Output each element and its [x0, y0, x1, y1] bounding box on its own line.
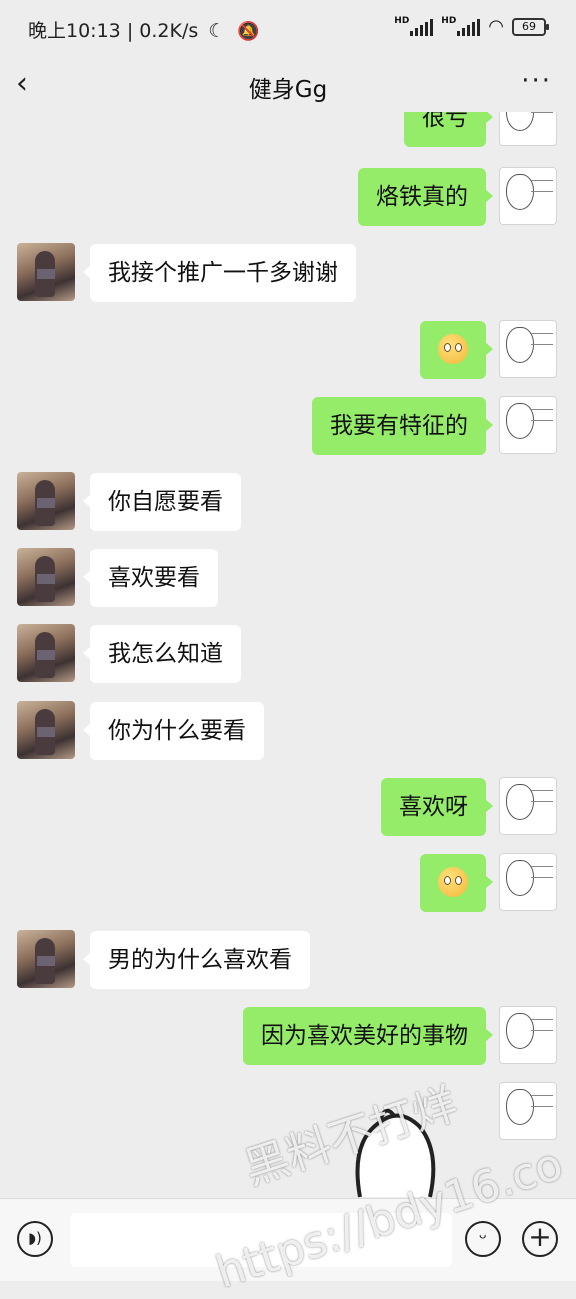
contact-avatar[interactable] [17, 472, 75, 530]
message-row: 男的为什么喜欢看 [0, 930, 576, 990]
contact-avatar[interactable] [17, 624, 75, 682]
message-row: 我接个推广一千多谢谢 [0, 243, 576, 303]
input-bar: ◗) ᵕ + [0, 1198, 576, 1281]
message-row: 因为喜欢美好的事物 [0, 1006, 576, 1066]
message-bubble[interactable]: 你自愿要看 [83, 473, 241, 531]
message-text: 因为喜欢美好的事物 [261, 1023, 468, 1049]
my-avatar[interactable] [499, 777, 557, 835]
chat-title: 健身Gg [248, 77, 328, 103]
nav-bar: ‹ 健身Gg ··· [0, 56, 576, 112]
message-text: 喜欢要看 [108, 565, 200, 591]
message-bubble[interactable] [420, 321, 493, 379]
emoji-icon: ᵕ [478, 1226, 488, 1250]
chat-area[interactable]: 很亏 烙铁真的 我接个推广一千多谢谢 我要有特征的 你自愿要看 喜欢要看 我怎么… [0, 112, 576, 1198]
plus-button[interactable]: + [522, 1221, 558, 1257]
message-bubble[interactable] [420, 854, 493, 912]
message-text: 你为什么要看 [108, 718, 246, 744]
battery-level: 69 [522, 19, 536, 33]
message-bubble[interactable]: 因为喜欢美好的事物 [243, 1007, 493, 1065]
message-text: 男的为什么喜欢看 [108, 947, 292, 973]
my-avatar[interactable] [499, 853, 557, 911]
contact-avatar[interactable] [17, 243, 75, 301]
message-input[interactable] [70, 1213, 452, 1267]
message-bubble[interactable]: 男的为什么喜欢看 [83, 931, 310, 989]
message-row: 我怎么知道 [0, 624, 576, 684]
message-bubble[interactable]: 我接个推广一千多谢谢 [83, 244, 356, 302]
battery-icon: 69 [512, 17, 549, 36]
message-row [0, 853, 576, 913]
my-avatar[interactable] [499, 167, 557, 225]
contact-avatar[interactable] [17, 701, 75, 759]
message-text: 我怎么知道 [108, 641, 223, 667]
emoji-button[interactable]: ᵕ [465, 1221, 501, 1257]
message-row: 你自愿要看 [0, 472, 576, 532]
message-row: 我要有特征的 [0, 396, 576, 456]
hd-label: HD [394, 15, 410, 26]
message-row: 喜欢呀 [0, 777, 576, 837]
status-left: 晚上10:13 | 0.2K/s ☾ 🔕 [28, 16, 260, 43]
contact-avatar[interactable] [17, 930, 75, 988]
message-bubble[interactable]: 你为什么要看 [83, 702, 264, 760]
moon-icon: ☾ [208, 20, 226, 42]
message-text: 烙铁真的 [376, 184, 468, 210]
message-row: 烙铁真的 [0, 167, 576, 227]
pleading-face-emoji-icon [438, 866, 468, 897]
voice-icon: ◗) [28, 1229, 42, 1247]
message-row: 很亏 [0, 112, 576, 148]
message-bubble[interactable]: 喜欢要看 [83, 549, 218, 607]
wifi-icon: ◠ [488, 16, 504, 37]
my-avatar[interactable] [499, 396, 557, 454]
status-net-speed: 0.2K/s [139, 20, 199, 42]
signal-icon: HD [441, 15, 481, 36]
more-icon: ··· [521, 66, 552, 96]
message-row [0, 320, 576, 380]
my-avatar[interactable] [499, 1006, 557, 1064]
mute-icon: 🔕 [237, 21, 260, 42]
voice-button[interactable]: ◗) [17, 1221, 53, 1257]
status-separator: | [126, 20, 134, 42]
my-avatar[interactable] [499, 112, 557, 146]
status-right: HD HD ◠ 69 [394, 15, 549, 37]
pleading-face-emoji-icon [438, 333, 468, 364]
status-bar: 晚上10:13 | 0.2K/s ☾ 🔕 HD HD ◠ 69 [0, 0, 576, 56]
message-text: 我要有特征的 [330, 413, 468, 439]
message-text: 很亏 [422, 112, 468, 131]
signal-icon: HD [394, 15, 434, 36]
message-row [0, 1082, 576, 1198]
message-bubble[interactable]: 烙铁真的 [358, 168, 493, 226]
message-text: 喜欢呀 [399, 794, 468, 820]
more-button[interactable]: ··· [521, 66, 552, 96]
message-text: 我接个推广一千多谢谢 [108, 260, 338, 286]
message-bubble[interactable]: 很亏 [404, 112, 493, 147]
plus-icon: + [528, 1220, 552, 1253]
hd-label: HD [441, 15, 457, 26]
meme-sticker[interactable] [340, 1102, 450, 1198]
message-bubble[interactable]: 我怎么知道 [83, 625, 241, 683]
message-row: 你为什么要看 [0, 701, 576, 761]
my-avatar[interactable] [499, 320, 557, 378]
contact-avatar[interactable] [17, 548, 75, 606]
message-row: 喜欢要看 [0, 548, 576, 608]
message-bubble[interactable]: 我要有特征的 [312, 397, 493, 455]
message-bubble[interactable]: 喜欢呀 [381, 778, 493, 836]
status-time: 晚上10:13 [28, 20, 121, 42]
my-avatar[interactable] [499, 1082, 557, 1140]
message-text: 你自愿要看 [108, 489, 223, 515]
